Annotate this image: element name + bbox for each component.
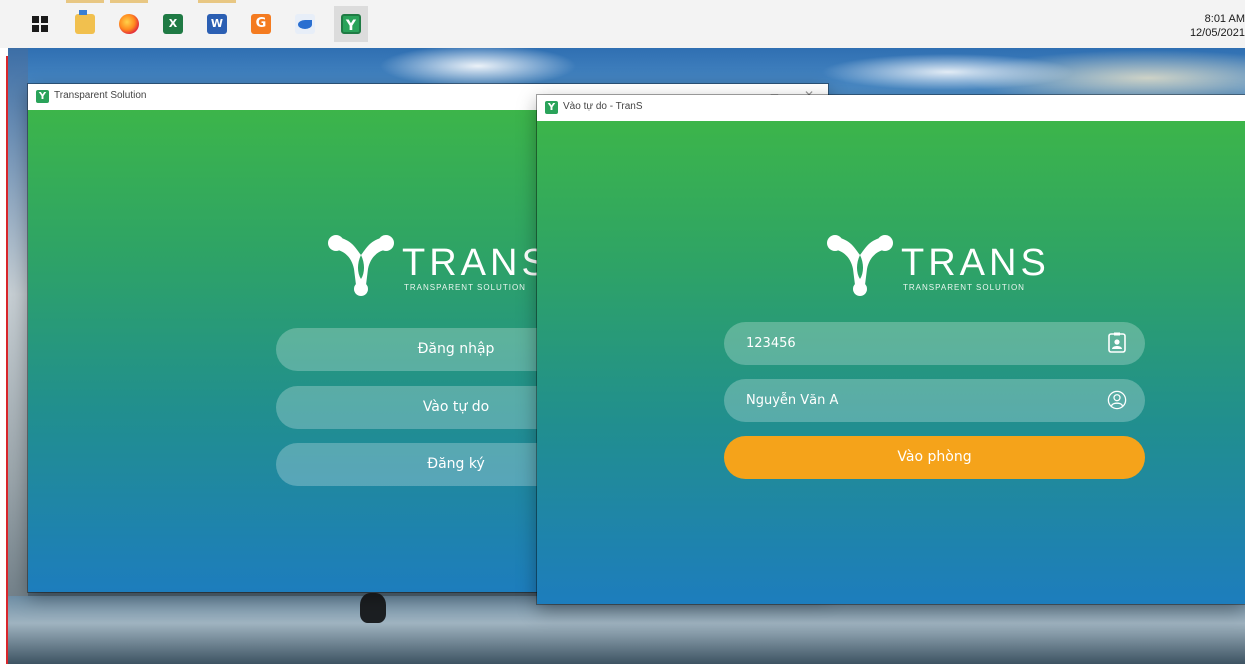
trans-app-button[interactable]: Y (334, 6, 368, 42)
guest-window-content: TRANS TRANSPARENT SOLUTION 123456 Nguyễn… (537, 121, 1245, 604)
user-icon (1107, 390, 1127, 410)
logo-tagline: TRANSPARENT SOLUTION (404, 283, 526, 292)
logo-wordmark: TRANS (901, 242, 1050, 284)
wallpaper-strip (8, 48, 28, 664)
logo-tagline: TRANSPARENT SOLUTION (903, 283, 1025, 292)
g-app-button[interactable]: G (248, 10, 274, 38)
excel-button[interactable]: X (160, 10, 186, 38)
guest-window-title: Vào tự do - TranS (563, 101, 643, 112)
excel-icon: X (163, 14, 183, 34)
display-name-value: Nguyễn Văn A (746, 393, 839, 408)
taskbar: X W G Y 8:01 AM 12/05/2021 (0, 0, 1245, 48)
clock-date: 12/05/2021 (1189, 27, 1245, 39)
blue-app-button[interactable] (292, 10, 318, 38)
guest-join-window: Y Vào tự do - TranS TRANS TRANSPARENT SO… (537, 95, 1245, 604)
logo-wordmark: TRANS (402, 242, 551, 284)
wallpaper-figure (360, 593, 386, 623)
trans-logo-icon: Y (545, 101, 558, 114)
firefox-icon (119, 14, 139, 34)
wallpaper-beach (8, 596, 1245, 664)
folder-icon (75, 10, 95, 34)
trans-app-icon: Y (341, 14, 361, 34)
windows-icon (32, 16, 48, 32)
blue-app-icon (295, 14, 315, 34)
file-explorer-button[interactable] (66, 0, 104, 38)
word-icon: W (207, 14, 227, 34)
main-window-title: Transparent Solution (54, 90, 147, 101)
guest-window-titlebar[interactable]: Y Vào tự do - TranS (537, 95, 1245, 122)
trans-logo-icon: Y (36, 90, 49, 103)
trans-logo-mark-icon (827, 235, 893, 296)
room-id-value: 123456 (746, 336, 796, 351)
trans-logo: TRANS TRANSPARENT SOLUTION (825, 233, 1085, 299)
display-name-field[interactable]: Nguyễn Văn A (724, 379, 1145, 422)
id-card-icon (1108, 332, 1126, 353)
start-button[interactable] (28, 10, 54, 38)
enter-room-button[interactable]: Vào phòng (724, 436, 1145, 479)
clock-time: 8:01 AM (1204, 13, 1245, 25)
firefox-button[interactable] (110, 0, 148, 38)
g-app-icon: G (251, 14, 271, 34)
system-clock[interactable]: 8:01 AM 12/05/2021 (1185, 12, 1245, 40)
room-id-field[interactable]: 123456 (724, 322, 1145, 365)
word-button[interactable]: W (198, 0, 236, 38)
trans-logo-mark-icon (328, 235, 394, 296)
